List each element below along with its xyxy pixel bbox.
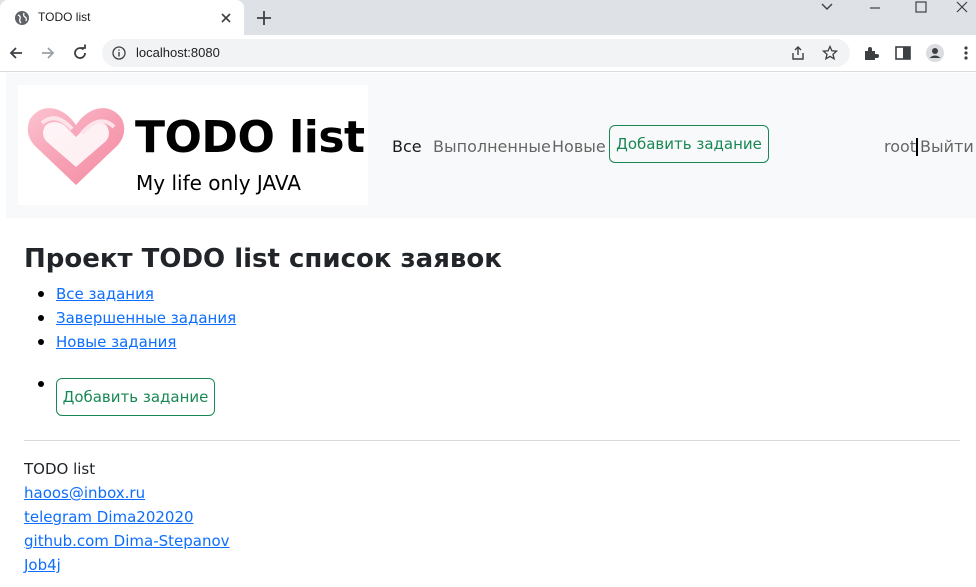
share-icon[interactable] [790, 45, 806, 61]
nav-add-task-button[interactable]: Добавить задание [609, 125, 769, 163]
page-title: Проект TODO list список заявок [24, 244, 502, 274]
add-task-button[interactable]: Добавить задание [56, 378, 215, 416]
extensions-icon[interactable] [861, 43, 881, 63]
logo[interactable]: TODO list My life only JAVA [18, 85, 368, 205]
footer-email-link[interactable]: haoos@inbox.ru [24, 482, 145, 504]
url-text[interactable]: localhost:8080 [136, 45, 220, 60]
nav-link-done[interactable]: Выполненные [433, 137, 551, 157]
browser-toolbar: localhost:8080 [0, 35, 976, 72]
bullet [38, 339, 44, 345]
star-icon[interactable] [822, 45, 838, 61]
bullet [38, 291, 44, 297]
tab-title: TODO list [38, 10, 91, 24]
list-item: Новые задания [24, 331, 324, 353]
list-item: Все задания [24, 283, 324, 305]
address-bar[interactable]: localhost:8080 [102, 39, 850, 67]
nav-username: root [884, 137, 917, 156]
chevron-down-icon[interactable] [804, 0, 850, 30]
info-icon[interactable] [112, 46, 126, 60]
text-cursor [916, 138, 918, 156]
logout-link[interactable]: Выйти [920, 137, 974, 157]
close-icon[interactable] [218, 10, 234, 26]
sidebar-icon[interactable] [893, 43, 913, 63]
forward-icon[interactable] [38, 43, 58, 63]
maximize-icon[interactable] [898, 0, 944, 30]
divider [24, 440, 960, 441]
minimize-icon[interactable] [852, 0, 898, 30]
page-content: TODO list My life only JAVA Все Выполнен… [0, 73, 976, 587]
footer-title: TODO list [24, 460, 96, 478]
menu-icon[interactable] [956, 43, 976, 63]
globe-icon [15, 11, 29, 25]
new-tasks-link[interactable]: Новые задания [56, 331, 176, 353]
all-tasks-link[interactable]: Все задания [56, 283, 154, 305]
browser-tab[interactable]: TODO list [0, 0, 244, 35]
completed-tasks-link[interactable]: Завершенные задания [56, 307, 236, 329]
logo-title: TODO list [135, 112, 365, 163]
footer-github-link[interactable]: github.com Dima-Stepanov [24, 530, 230, 552]
close-icon[interactable] [944, 0, 976, 30]
nav-link-all[interactable]: Все [392, 137, 422, 157]
tab-strip: TODO list [0, 0, 976, 35]
reload-icon[interactable] [70, 43, 90, 63]
bullet [38, 315, 44, 321]
navbar: TODO list My life only JAVA Все Выполнен… [6, 73, 976, 218]
plus-icon[interactable] [254, 8, 274, 28]
logo-subtitle: My life only JAVA [136, 171, 301, 195]
profile-icon[interactable] [925, 43, 945, 63]
list-item: Завершенные задания [24, 307, 324, 329]
footer-job4j-link[interactable]: Job4j [24, 554, 61, 576]
footer-telegram-link[interactable]: telegram Dima202020 [24, 506, 194, 528]
bullet [38, 381, 44, 387]
heart-logo-icon [27, 108, 125, 185]
nav-link-new[interactable]: Новые [552, 137, 606, 157]
back-icon[interactable] [6, 43, 26, 63]
